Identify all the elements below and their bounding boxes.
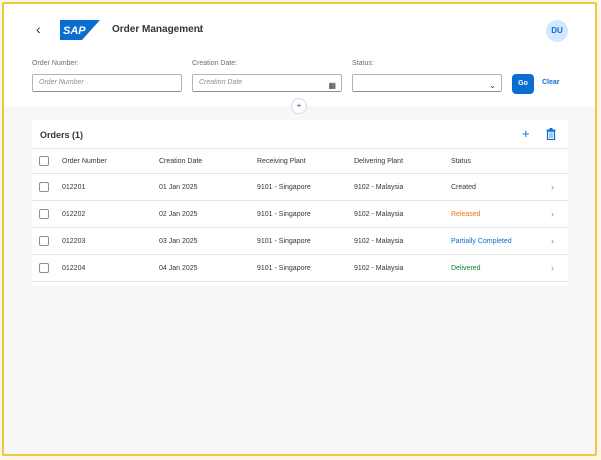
select-all-checkbox[interactable]	[39, 156, 49, 166]
delivering-plant-cell: 9102 - Malaysia	[354, 238, 404, 245]
creation-date-cell: 01 Jan 2025	[159, 184, 198, 191]
creation-date-cell: 03 Jan 2025	[159, 238, 198, 245]
status-cell: Created	[451, 184, 476, 191]
order-number-label: Order Number:	[32, 60, 79, 67]
column-header-order-number[interactable]: Order Number	[62, 158, 107, 165]
row-checkbox[interactable]	[39, 236, 49, 246]
creation-date-cell: 04 Jan 2025	[159, 265, 198, 272]
table-row[interactable]: 012204 04 Jan 2025 9101 - Singapore 9102…	[32, 255, 568, 282]
back-button[interactable]: ‹	[36, 22, 41, 36]
delivering-plant-cell: 9102 - Malaysia	[354, 211, 404, 218]
sap-logo: SAP	[60, 20, 100, 40]
orders-table-panel: Orders (1) + Order Number Creation Date …	[32, 120, 568, 286]
app-title[interactable]: Order Management	[112, 24, 203, 35]
order-number-input[interactable]: Order Number	[32, 74, 182, 92]
status-cell: Delivered	[451, 265, 481, 272]
status-select[interactable]: ⌄	[352, 74, 502, 92]
clear-button[interactable]: Clear	[542, 79, 560, 86]
delivering-plant-cell: 9102 - Malaysia	[354, 265, 404, 272]
creation-date-label: Creation Date:	[192, 60, 238, 67]
column-header-status[interactable]: Status	[451, 158, 471, 165]
chevron-down-icon[interactable]: ⌄	[196, 24, 204, 35]
table-title: Orders (1)	[40, 130, 84, 140]
column-header-receiving-plant[interactable]: Receiving Plant	[257, 158, 306, 165]
receiving-plant-cell: 9101 - Singapore	[257, 184, 311, 191]
table-row[interactable]: 012201 01 Jan 2025 9101 - Singapore 9102…	[32, 174, 568, 201]
calendar-icon[interactable]: ▦	[328, 78, 336, 94]
app-window: ‹ SAP Order Management ⌄ DU Order Number…	[2, 2, 597, 456]
receiving-plant-cell: 9101 - Singapore	[257, 238, 311, 245]
chevron-right-icon[interactable]: ›	[551, 182, 554, 192]
table-row[interactable]: 012203 03 Jan 2025 9101 - Singapore 9102…	[32, 228, 568, 255]
creation-date-input[interactable]: Creation Date ▦	[192, 74, 342, 92]
status-cell: Partially Completed	[451, 238, 512, 245]
status-cell: Released	[451, 211, 481, 218]
avatar[interactable]: DU	[546, 20, 568, 42]
row-checkbox[interactable]	[39, 209, 49, 219]
table-header: Order Number Creation Date Receiving Pla…	[32, 148, 568, 174]
status-label: Status:	[352, 60, 374, 67]
chevron-right-icon[interactable]: ›	[551, 263, 554, 273]
shell-bar: ‹ SAP Order Management ⌄ DU	[4, 4, 595, 52]
creation-date-placeholder: Creation Date	[199, 79, 243, 86]
receiving-plant-cell: 9101 - Singapore	[257, 211, 311, 218]
row-checkbox[interactable]	[39, 263, 49, 273]
table-row[interactable]: 012202 02 Jan 2025 9101 - Singapore 9102…	[32, 201, 568, 228]
order-number-cell: 012204	[62, 265, 86, 272]
order-number-cell: 012203	[62, 238, 86, 245]
add-icon[interactable]: +	[522, 126, 530, 141]
chevron-right-icon[interactable]: ›	[551, 209, 554, 219]
go-button[interactable]: Go	[512, 74, 534, 94]
chevron-down-icon[interactable]: ⌄	[489, 78, 496, 94]
creation-date-cell: 02 Jan 2025	[159, 211, 198, 218]
column-header-delivering-plant[interactable]: Delivering Plant	[354, 158, 403, 165]
pin-icon[interactable]: ⌖	[291, 98, 307, 114]
receiving-plant-cell: 9101 - Singapore	[257, 265, 311, 272]
order-number-cell: 012202	[62, 211, 86, 218]
order-number-cell: 012201	[62, 184, 86, 191]
delivering-plant-cell: 9102 - Malaysia	[354, 184, 404, 191]
svg-text:SAP: SAP	[63, 25, 86, 37]
chevron-right-icon[interactable]: ›	[551, 236, 554, 246]
column-header-creation-date[interactable]: Creation Date	[159, 158, 202, 165]
delete-icon[interactable]	[546, 128, 556, 140]
row-checkbox[interactable]	[39, 182, 49, 192]
